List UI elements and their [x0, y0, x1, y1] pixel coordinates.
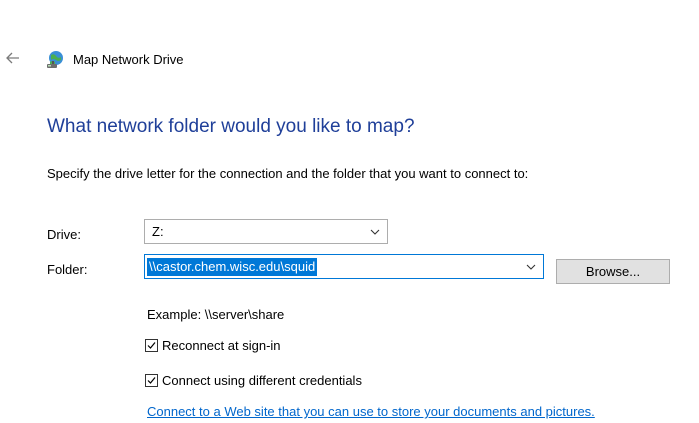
network-drive-icon: [45, 50, 65, 70]
credentials-checkbox-row[interactable]: Connect using different credentials: [145, 373, 362, 388]
credentials-checkbox[interactable]: [145, 374, 158, 387]
example-text: Example: \\server\share: [147, 307, 285, 322]
folder-input-value[interactable]: \\castor.chem.wisc.edu\squid: [147, 257, 318, 276]
chevron-down-icon[interactable]: [519, 255, 543, 278]
window-title: Map Network Drive: [73, 52, 184, 67]
page-heading: What network folder would you like to ma…: [47, 116, 415, 137]
folder-input[interactable]: \\castor.chem.wisc.edu\squid: [144, 254, 544, 279]
credentials-label[interactable]: Connect using different credentials: [162, 373, 362, 388]
reconnect-checkbox-row[interactable]: Reconnect at sign-in: [145, 338, 281, 353]
folder-label: Folder:: [47, 262, 88, 277]
reconnect-checkbox[interactable]: [145, 339, 158, 352]
back-arrow-icon[interactable]: [5, 50, 21, 66]
drive-select[interactable]: Z:: [144, 219, 388, 244]
drive-label: Drive:: [47, 227, 81, 242]
map-network-drive-dialog: Map Network Drive What network folder wo…: [0, 0, 699, 423]
drive-select-value: Z:: [152, 224, 164, 239]
chevron-down-icon[interactable]: [363, 220, 387, 243]
instruction-text: Specify the drive letter for the connect…: [47, 166, 529, 181]
web-site-link[interactable]: Connect to a Web site that you can use t…: [147, 404, 595, 419]
browse-button[interactable]: Browse...: [556, 259, 670, 284]
reconnect-label[interactable]: Reconnect at sign-in: [162, 338, 281, 353]
